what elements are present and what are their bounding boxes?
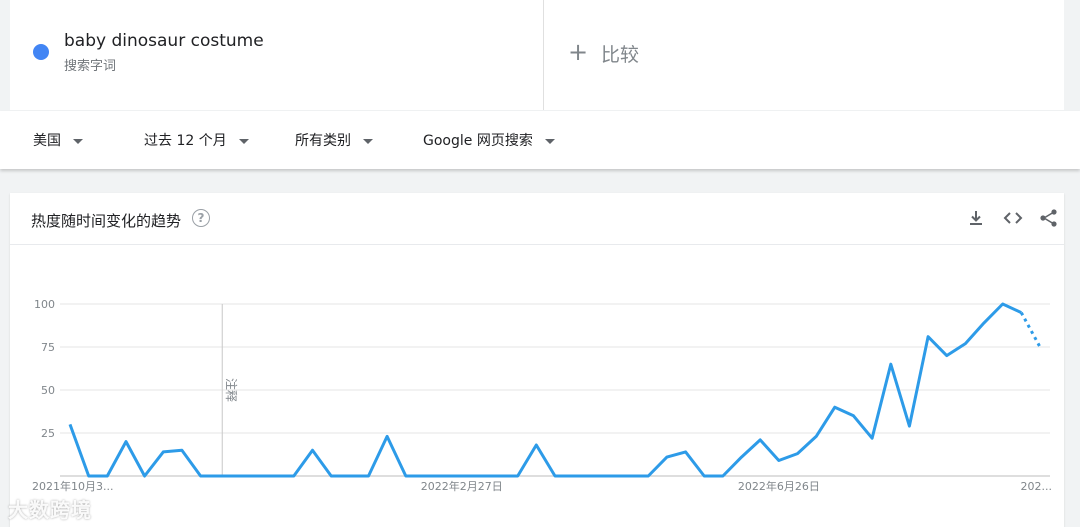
- data-point: [460, 474, 464, 478]
- data-point: [553, 474, 557, 478]
- data-point: [273, 474, 277, 478]
- category-filter-label: 所有类别: [295, 133, 351, 149]
- data-point: [161, 450, 165, 454]
- data-point: [982, 321, 986, 325]
- data-point: [684, 450, 688, 454]
- data-point: [441, 474, 445, 478]
- data-point: [1019, 311, 1023, 315]
- data-point: [255, 474, 259, 478]
- y-tick-label: 100: [34, 298, 55, 311]
- data-point: [851, 414, 855, 418]
- data-point: [740, 455, 744, 459]
- trend-chart: 25 50 75 100 注释 2021年10月3... 2022年2月27日 2022年6月…: [32, 298, 1053, 493]
- data-point: [702, 474, 706, 478]
- plus-icon: +: [568, 38, 589, 66]
- data-point: [385, 434, 389, 438]
- chevron-down-icon: [73, 138, 83, 144]
- series-color-dot: [33, 44, 49, 60]
- property-filter[interactable]: Google 网页搜索: [423, 130, 555, 150]
- chevron-down-icon: [544, 138, 555, 144]
- x-tick-label: 2022年2月27日: [421, 479, 503, 493]
- data-point: [889, 362, 893, 366]
- data-point: [366, 474, 370, 478]
- data-point: [236, 474, 240, 478]
- data-point: [534, 443, 538, 447]
- property-filter-label: Google 网页搜索: [423, 133, 533, 149]
- data-point: [609, 474, 613, 478]
- data-point: [292, 474, 296, 478]
- data-point: [646, 474, 650, 478]
- data-point: [497, 474, 501, 478]
- data-point: [628, 474, 632, 478]
- time-filter-label: 过去 12 个月: [144, 133, 227, 149]
- data-point: [721, 474, 725, 478]
- y-tick-label: 75: [41, 341, 55, 354]
- data-point: [180, 448, 184, 452]
- chevron-down-icon: [363, 138, 373, 144]
- region-filter[interactable]: 美国: [33, 130, 83, 150]
- data-point: [796, 452, 800, 456]
- time-filter[interactable]: 过去 12 个月: [144, 130, 249, 150]
- compare-button[interactable]: + 比较: [544, 0, 1064, 110]
- annotation-label: 注释: [224, 378, 239, 402]
- data-point: [199, 474, 203, 478]
- data-point: [124, 440, 128, 444]
- data-point: [68, 422, 72, 426]
- region-filter-label: 美国: [33, 133, 61, 149]
- data-point: [329, 474, 333, 478]
- filter-bar: 美国 过去 12 个月 所有类别 Google 网页搜索: [0, 111, 1080, 169]
- data-point: [311, 448, 315, 452]
- chevron-down-icon: [238, 138, 249, 144]
- data-point: [217, 474, 221, 478]
- data-point: [758, 438, 762, 442]
- data-point: [348, 474, 352, 478]
- series-line-partial: [1019, 311, 1042, 348]
- data-point: [87, 474, 91, 478]
- data-point: [478, 474, 482, 478]
- watermark-logo: 大数跨境: [8, 498, 92, 522]
- data-point: [516, 474, 520, 478]
- data-point: [1038, 345, 1042, 349]
- data-point: [572, 474, 576, 478]
- data-point: [422, 474, 426, 478]
- comparison-bar: baby dinosaur costume 搜索字词 + 比较: [0, 0, 1080, 110]
- data-point: [665, 455, 669, 459]
- data-point: [926, 335, 930, 339]
- data-point: [907, 424, 911, 428]
- data-point: [870, 436, 874, 440]
- data-point: [404, 474, 408, 478]
- data-point: [945, 354, 949, 358]
- y-tick-label: 25: [41, 427, 55, 440]
- interest-over-time-card: 热度随时间变化的趋势 ? 25 50 75 100 注释 2021年10月3... 2022…: [10, 193, 1064, 527]
- search-term-type: 搜索字词: [64, 59, 117, 74]
- data-point: [963, 342, 967, 346]
- data-point: [105, 474, 109, 478]
- x-tick-label: 202...: [1021, 480, 1053, 493]
- x-tick-label: 2022年6月26日: [738, 479, 820, 493]
- x-tick-label: 2021年10月3...: [32, 479, 113, 493]
- data-point: [1001, 302, 1005, 306]
- category-filter[interactable]: 所有类别: [295, 130, 373, 150]
- y-tick-label: 50: [41, 384, 55, 397]
- data-point: [777, 459, 781, 463]
- data-point: [814, 434, 818, 438]
- compare-label: 比较: [601, 44, 640, 66]
- search-term-name[interactable]: baby dinosaur costume: [64, 31, 264, 51]
- data-point: [590, 474, 594, 478]
- search-term-card[interactable]: baby dinosaur costume 搜索字词: [10, 0, 544, 110]
- data-point: [143, 474, 147, 478]
- data-point: [833, 405, 837, 409]
